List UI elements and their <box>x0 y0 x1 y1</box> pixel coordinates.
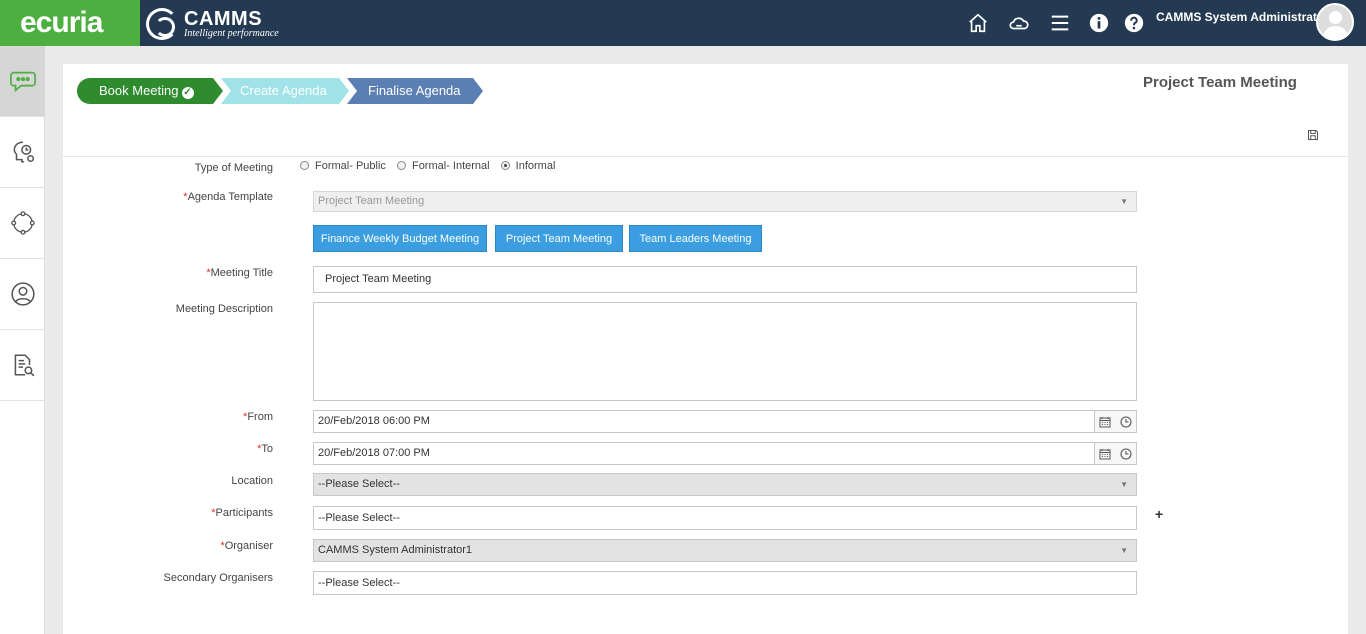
help-icon[interactable] <box>1121 10 1147 36</box>
from-label: *From <box>93 411 273 423</box>
radio-formal-public[interactable]: Formal- Public <box>300 160 386 172</box>
to-value: 20/Feb/2018 07:00 PM <box>318 447 430 459</box>
main-panel: Book Meeting ✓ Create Agenda Finalise Age… <box>63 64 1348 634</box>
sidebar-item-dashboard[interactable] <box>0 117 45 188</box>
avatar[interactable] <box>1316 3 1354 41</box>
calendar-icon[interactable] <box>1099 416 1111 428</box>
participants-input[interactable]: --Please Select-- <box>313 506 1137 530</box>
meeting-title-input[interactable]: Project Team Meeting <box>313 266 1137 293</box>
clock-icon[interactable] <box>1120 415 1132 428</box>
sidebar-item-meetings[interactable] <box>0 46 45 117</box>
ecuria-logo[interactable]: ecuria <box>0 0 140 46</box>
user-name[interactable]: CAMMS System Administrator1 <box>1156 10 1336 24</box>
agenda-template-label: *Agenda Template <box>93 191 273 203</box>
template-finance-weekly-budget-button[interactable]: Finance Weekly Budget Meeting <box>313 225 487 252</box>
agenda-template-select: Project Team Meeting ▼ <box>313 191 1137 212</box>
home-icon[interactable] <box>965 10 991 36</box>
location-select[interactable]: --Please Select-- ▼ <box>313 473 1137 496</box>
camms-swirl-icon <box>146 8 178 40</box>
save-icon[interactable] <box>1307 129 1319 141</box>
caret-down-icon: ▼ <box>1120 197 1128 206</box>
sidebar-item-document-search[interactable] <box>0 330 45 401</box>
type-of-meeting-radio-group: Formal- Public Formal- Internal Informal <box>300 160 563 176</box>
clock-icon[interactable] <box>1120 447 1132 460</box>
radio-label: Formal- Internal <box>411 160 490 172</box>
label-text: Type of Meeting <box>194 162 273 174</box>
type-of-meeting-label: Type of Meeting <box>93 162 273 174</box>
radio-label: Formal- Public <box>315 160 386 172</box>
document-search-icon <box>14 354 34 377</box>
secondary-organisers-input[interactable]: --Please Select-- <box>313 571 1137 595</box>
cycle-icon <box>10 211 35 235</box>
info-icon[interactable] <box>1086 10 1112 36</box>
caret-down-icon: ▼ <box>1120 546 1128 555</box>
sidebar-item-cycle[interactable] <box>0 188 45 259</box>
cloud-icon[interactable] <box>1006 10 1032 36</box>
calendar-icon[interactable] <box>1099 448 1111 460</box>
from-picker-addon <box>1094 411 1136 432</box>
meeting-description-label: Meeting Description <box>93 303 273 315</box>
meeting-title-label: *Meeting Title <box>93 267 273 279</box>
step-finalise-agenda[interactable]: Finalise Agenda <box>347 78 483 104</box>
label-text: Organiser <box>224 540 273 552</box>
user-icon <box>10 282 35 306</box>
organiser-label: *Organiser <box>93 540 273 552</box>
label-text: To <box>261 443 273 455</box>
meetings-icon <box>9 71 36 93</box>
label-text: From <box>247 411 273 423</box>
radio-dot[interactable] <box>396 161 406 170</box>
select-value: Project Team Meeting <box>318 195 425 207</box>
radio-dot[interactable] <box>300 161 309 170</box>
radio-formal-internal[interactable]: Formal- Internal <box>396 160 490 172</box>
step-create-agenda[interactable]: Create Agenda <box>221 78 349 104</box>
step-book-meeting[interactable]: Book Meeting ✓ <box>77 78 223 104</box>
participants-label: *Participants <box>93 507 273 519</box>
template-project-team-button[interactable]: Project Team Meeting <box>495 225 623 252</box>
meeting-description-textarea[interactable] <box>313 302 1137 401</box>
label-text: Meeting Title <box>210 267 273 279</box>
label-text: Location <box>231 475 273 487</box>
radio-label: Informal <box>515 160 556 172</box>
organiser-select[interactable]: CAMMS System Administrator1 ▼ <box>313 539 1137 562</box>
check-icon: ✓ <box>181 87 194 99</box>
secondary-organisers-label: Secondary Organisers <box>93 572 273 584</box>
label-text: Secondary Organisers <box>163 572 273 584</box>
select-value: --Please Select-- <box>318 478 400 490</box>
caret-down-icon: ▼ <box>1120 480 1128 489</box>
label-text: Participants <box>215 507 273 519</box>
to-datetime-input[interactable]: 20/Feb/2018 07:00 PM <box>313 442 1137 465</box>
step-label: Finalise Agenda <box>368 83 461 98</box>
template-team-leaders-button[interactable]: Team Leaders Meeting <box>629 225 762 252</box>
select-value: CAMMS System Administrator1 <box>318 544 473 556</box>
to-label: *To <box>93 443 273 455</box>
menu-icon[interactable] <box>1047 10 1073 36</box>
step-label: Create Agenda <box>240 83 327 98</box>
to-picker-addon <box>1094 443 1136 464</box>
step-label: Book Meeting <box>99 83 179 98</box>
top-bar: ecuria CAMMS Intelligent performance CAM… <box>0 0 1366 46</box>
camms-tagline: Intelligent performance <box>184 28 279 39</box>
add-participant-icon[interactable]: + <box>1155 506 1163 522</box>
sidebar-item-user[interactable] <box>0 259 45 330</box>
divider <box>63 156 1348 157</box>
radio-dot-selected[interactable] <box>500 161 510 170</box>
location-label: Location <box>93 475 273 487</box>
page-title: Project Team Meeting <box>1143 74 1297 91</box>
from-value: 20/Feb/2018 06:00 PM <box>318 415 430 427</box>
radio-informal[interactable]: Informal <box>500 160 556 172</box>
label-text: Agenda Template <box>187 191 273 203</box>
from-datetime-input[interactable]: 20/Feb/2018 06:00 PM <box>313 410 1137 433</box>
sidebar <box>0 46 45 634</box>
label-text: Meeting Description <box>175 303 273 315</box>
dashboard-icon <box>13 141 34 163</box>
